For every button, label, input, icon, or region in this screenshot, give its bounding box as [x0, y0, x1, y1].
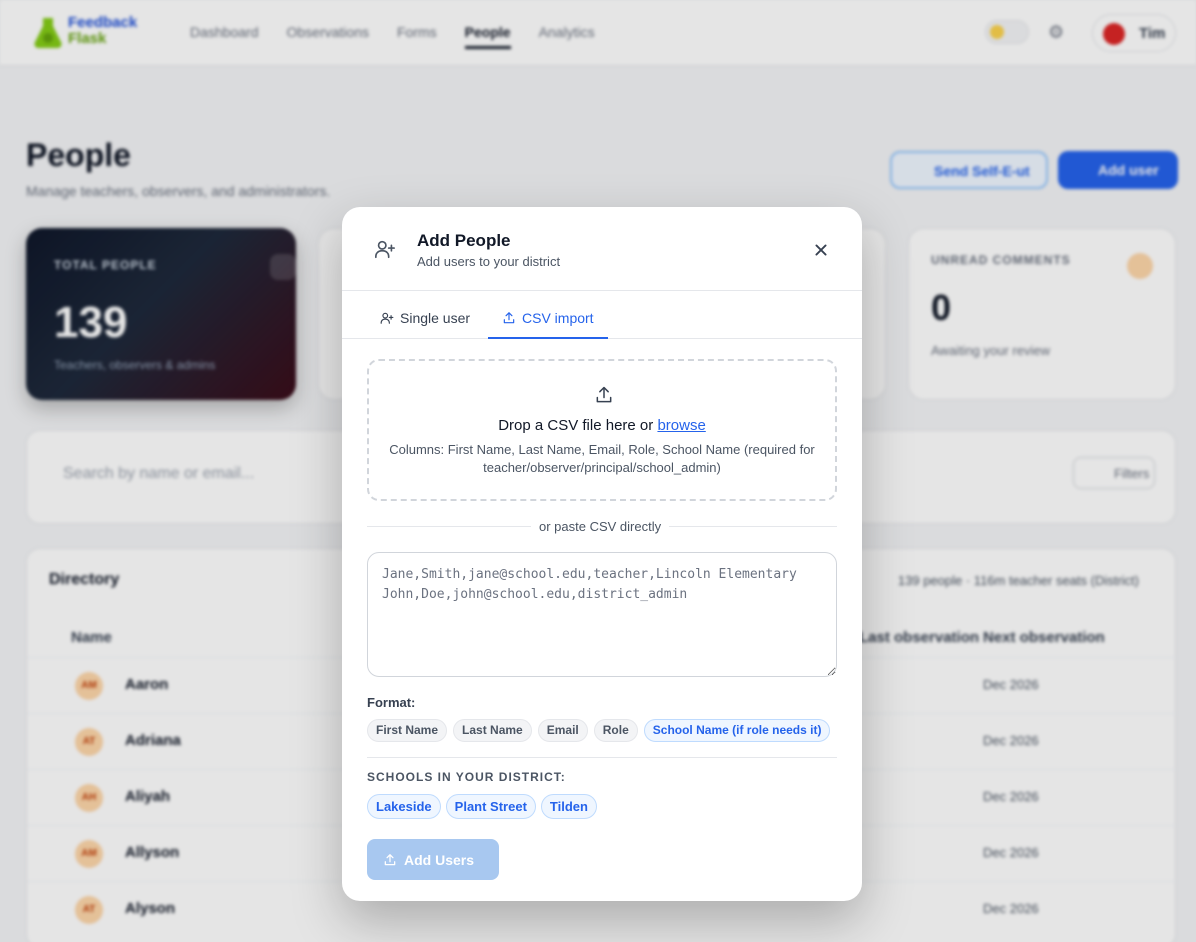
modal-tabs: Single user CSV import [342, 291, 862, 339]
tab-label: Single user [400, 310, 471, 326]
format-chip: Role [593, 719, 638, 742]
close-icon[interactable] [810, 239, 832, 261]
upload-icon [384, 853, 396, 865]
tab-single-user[interactable]: Single user [380, 291, 486, 339]
modal-title: Add People [417, 231, 511, 250]
user-plus-icon [380, 312, 394, 324]
format-chip: First Name [367, 719, 448, 742]
modal-subtitle: Add users to your district [417, 254, 561, 269]
csv-paste-textarea[interactable] [367, 552, 837, 677]
upload-icon [596, 386, 612, 403]
format-chip: Email [537, 719, 588, 742]
add-users-button[interactable]: Add Users [367, 839, 499, 880]
divider [367, 757, 837, 758]
csv-columns-help: Columns: First Name, Last Name, Email, R… [389, 442, 815, 475]
school-chips: Lakeside Plant Street Tilden [367, 794, 597, 819]
csv-drop-zone[interactable]: Drop a CSV file here or browse Columns: … [367, 359, 837, 501]
format-chips: First Name Last Name Email Role School N… [367, 719, 831, 742]
browse-link[interactable]: browse [657, 417, 705, 434]
modal-header: Add People Add users to your district [342, 207, 862, 291]
school-chip: Tilden [540, 794, 597, 819]
tab-label: CSV import [522, 310, 594, 326]
drop-zone-text: Drop a CSV file here or browse [369, 417, 835, 434]
add-users-label: Add Users [404, 851, 475, 868]
format-chip: Last Name [453, 719, 532, 742]
format-chip-school-name: School Name (if role needs it) [643, 719, 831, 742]
format-label: Format: [367, 695, 416, 710]
school-chip: Plant Street [445, 794, 536, 819]
drop-instruction: Drop a CSV file here or [498, 417, 658, 434]
schools-label: SCHOOLS IN YOUR DISTRICT: [367, 770, 566, 784]
user-plus-icon [375, 240, 395, 259]
school-chip: Lakeside [367, 794, 441, 819]
add-people-modal: Add People Add users to your district Si… [342, 207, 862, 901]
tab-csv-import[interactable]: CSV import [488, 291, 608, 339]
upload-icon [503, 312, 515, 324]
paste-divider-label: or paste CSV directly [531, 519, 670, 534]
